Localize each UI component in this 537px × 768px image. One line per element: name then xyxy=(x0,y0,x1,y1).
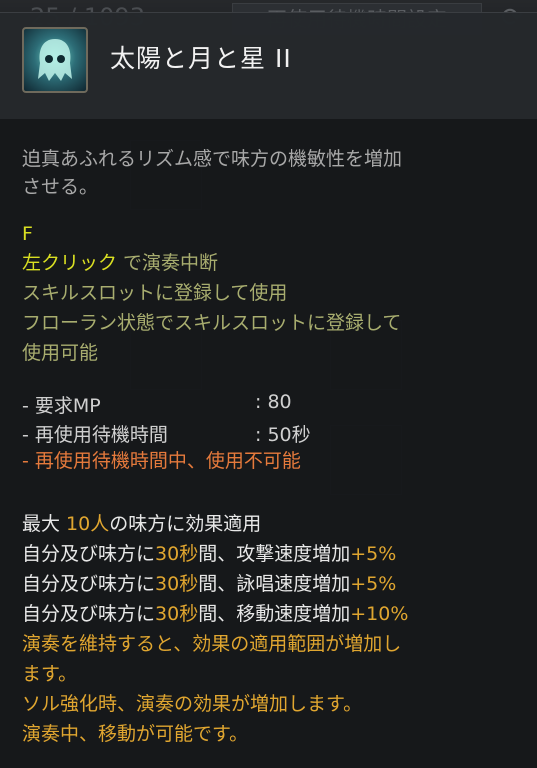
skill-tooltip: 太陽と月と星 II 迫真あふれるリズム感で味方の機敏性を増加 させる。 F 左ク… xyxy=(0,12,537,768)
left-click-label: 左クリック xyxy=(22,252,118,274)
effect-line: 演奏を維持すると、効果の適用範囲が増加し xyxy=(22,633,402,655)
requirement-label: - 再使用待機時間 xyxy=(22,424,168,446)
left-click-hint: 左クリック で演奏中断 xyxy=(22,249,218,277)
cooldown-warning: - 再使用待機時間中、使用不可能 xyxy=(22,450,301,472)
requirement-row: - 再使用待機時間 : 50秒 xyxy=(22,420,311,447)
floran-hint: フローラン状態でスキルスロットに登録して xyxy=(22,312,402,334)
effect-line: 最大 10人の味方に効果適用 xyxy=(22,513,262,535)
effect-line: 自分及び味方に30秒間、攻撃速度増加+5% xyxy=(22,543,397,565)
requirement-value: : 80 xyxy=(255,391,292,413)
requirement-label: - 要求MP xyxy=(22,395,101,417)
requirement-value: : 50秒 xyxy=(255,424,311,446)
effect-line: 自分及び味方に30秒間、詠唱速度増加+5% xyxy=(22,573,397,595)
hotkey-label: F xyxy=(22,223,33,245)
floran-hint: 使用可能 xyxy=(22,342,99,364)
left-click-action: で演奏中断 xyxy=(117,252,219,274)
slot-hint: スキルスロットに登録して使用 xyxy=(22,282,288,304)
effect-line: 演奏中、移動が可能です。 xyxy=(22,723,249,745)
ghost-squid-icon xyxy=(22,27,88,93)
requirement-row: - 要求MP : 80 xyxy=(22,391,292,418)
effect-line: 自分及び味方に30秒間、移動速度増加+10% xyxy=(22,603,409,625)
tooltip-header: 太陽と月と星 II xyxy=(0,13,537,119)
effect-line: ます。 xyxy=(22,663,78,685)
effect-line: ソル強化時、演奏の効果が増加します。 xyxy=(22,693,363,715)
skill-description: 迫真あふれるリズム感で味方の機敏性を増加 xyxy=(22,148,403,170)
skill-description: させる。 xyxy=(22,176,99,198)
skill-title: 太陽と月と星 II xyxy=(110,44,292,73)
